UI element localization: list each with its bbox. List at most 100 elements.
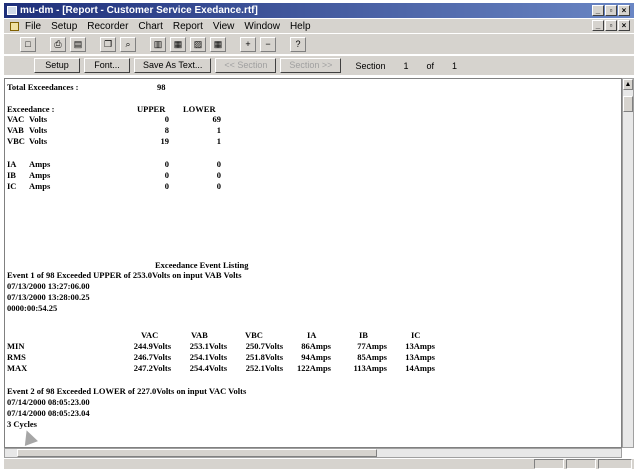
stats-col-header: VAB (191, 330, 208, 340)
summary-lower: 0 (216, 170, 221, 180)
stats-cell: 113Amps (353, 363, 387, 373)
horizontal-scrollbar[interactable] (4, 448, 622, 458)
summary-unit: Amps (29, 181, 51, 191)
summary-lower: 1 (216, 125, 221, 135)
stats-row-label: MIN (7, 341, 25, 351)
summary-upper: 0 (164, 114, 169, 124)
event1-header: Event 1 of 98 Exceeded UPPER of 253.0Vol… (7, 270, 242, 280)
menu-file[interactable]: File (25, 21, 41, 32)
stats-col-header: IB (359, 330, 368, 340)
stats-cell: 122Amps (296, 363, 331, 373)
stats-row-label: MAX (7, 363, 28, 373)
stats-row-label: RMS (7, 352, 26, 362)
menu-view[interactable]: View (213, 21, 235, 32)
summary-channel: VBC (7, 136, 25, 146)
setup-button[interactable]: Setup (34, 58, 80, 73)
stats-cell: 13Amps (405, 341, 435, 351)
new-icon[interactable]: □ (20, 36, 36, 52)
menu-bar: File Setup Recorder Chart Report View Wi… (4, 19, 634, 33)
section-label: Section (355, 60, 386, 71)
report-document[interactable]: Total Exceedances : 98 Exceedance : UPPE… (4, 78, 622, 448)
find-icon[interactable]: ⌕ (120, 36, 136, 52)
summary-lower: 0 (216, 159, 221, 169)
event1-duration: 0000:00:54.25 (7, 303, 58, 313)
section-of: of (426, 60, 434, 71)
summary-upper: 0 (164, 181, 169, 191)
stats-cell: 86Amps (301, 341, 331, 351)
scroll-up-icon[interactable]: ▲ (623, 79, 633, 90)
menu-help[interactable]: Help (290, 21, 311, 32)
menu-window[interactable]: Window (244, 21, 280, 32)
summary-unit: Amps (29, 170, 51, 180)
status-panel (534, 459, 564, 469)
section-total: 1 (452, 60, 458, 71)
total-exceedances-value: 98 (157, 82, 166, 92)
stats-cell: 253.1Volts (189, 341, 227, 351)
stats-cell: 247.2Volts (133, 363, 171, 373)
summary-channel: VAB (7, 125, 24, 135)
stats-cell: 254.1Volts (189, 352, 227, 362)
help-icon[interactable]: ? (290, 36, 306, 52)
summary-lower: 1 (216, 136, 221, 146)
menu-recorder[interactable]: Recorder (87, 21, 128, 32)
summary-unit: Volts (29, 136, 48, 146)
print-icon[interactable]: ⎙ (50, 36, 66, 52)
stats-cell: 13Amps (405, 352, 435, 362)
summary-channel: VAC (7, 114, 25, 124)
zoom-in-icon[interactable]: + (240, 36, 256, 52)
summary-upper: 0 (164, 159, 169, 169)
menu-report[interactable]: Report (173, 21, 203, 32)
prev-section-button[interactable]: << Section (215, 58, 277, 73)
summary-unit: Volts (29, 125, 48, 135)
stats-col-header: IC (411, 330, 421, 340)
print-preview-icon[interactable]: ▤ (70, 36, 86, 52)
restore-icon[interactable]: ▫ (605, 5, 617, 16)
section-current: 1 (403, 60, 409, 71)
vertical-scrollbar[interactable]: ▲ (622, 78, 634, 448)
table-icon[interactable]: ▦ (210, 36, 226, 52)
summary-unit: Amps (29, 159, 51, 169)
minimize-icon[interactable]: _ (592, 5, 604, 16)
tile-icon[interactable]: ▥ (150, 36, 166, 52)
event1-start: 07/13/2000 13:27:06.00 (7, 281, 90, 291)
chart-icon[interactable]: ▨ (190, 36, 206, 52)
stats-cell: 254.4Volts (189, 363, 227, 373)
stats-cell: 251.8Volts (245, 352, 283, 362)
zoom-out-icon[interactable]: − (260, 36, 276, 52)
menu-setup[interactable]: Setup (51, 21, 77, 32)
stats-col-header: VAC (141, 330, 159, 340)
summary-upper: 0 (164, 170, 169, 180)
summary-channel: IB (7, 170, 16, 180)
menu-chart[interactable]: Chart (138, 21, 162, 32)
copy-icon[interactable]: ❐ (100, 36, 116, 52)
cascade-icon[interactable]: ▦ (170, 36, 186, 52)
stats-col-header: IA (307, 330, 317, 340)
app-icon (7, 6, 17, 15)
vertical-scroll-thumb[interactable] (623, 96, 633, 112)
summary-lower: 0 (216, 181, 221, 191)
font-button[interactable]: Font... (84, 58, 130, 73)
summary-upper: 8 (164, 125, 169, 135)
close-icon[interactable]: × (618, 5, 630, 16)
summary-channel: IA (7, 159, 17, 169)
next-section-button[interactable]: Section >> (280, 58, 342, 73)
window-controls: _ ▫ × (592, 5, 630, 16)
stats-cell: 77Amps (357, 341, 387, 351)
window-title: mu-dm - [Report - Customer Service Exeda… (20, 5, 258, 16)
event1-end: 07/13/2000 13:28:00.25 (7, 292, 90, 302)
stats-cell: 250.7Volts (245, 341, 283, 351)
summary-unit: Volts (29, 114, 48, 124)
stats-cell: 14Amps (405, 363, 435, 373)
document-menu-icon[interactable] (10, 21, 19, 31)
doc-minimize-icon[interactable]: _ (592, 20, 604, 31)
status-panel (566, 459, 596, 469)
stats-cell: 246.7Volts (133, 352, 171, 362)
title-bar: mu-dm - [Report - Customer Service Exeda… (4, 3, 634, 18)
stats-cell: 244.9Volts (133, 341, 171, 351)
doc-close-icon[interactable]: × (618, 20, 630, 31)
doc-restore-icon[interactable]: ▫ (605, 20, 617, 31)
horizontal-scroll-thumb[interactable] (17, 449, 377, 457)
save-as-text-button[interactable]: Save As Text... (134, 58, 212, 73)
event2-end: 07/14/2000 08:05:23.04 (7, 408, 90, 418)
summary-lower: 69 (212, 114, 222, 124)
